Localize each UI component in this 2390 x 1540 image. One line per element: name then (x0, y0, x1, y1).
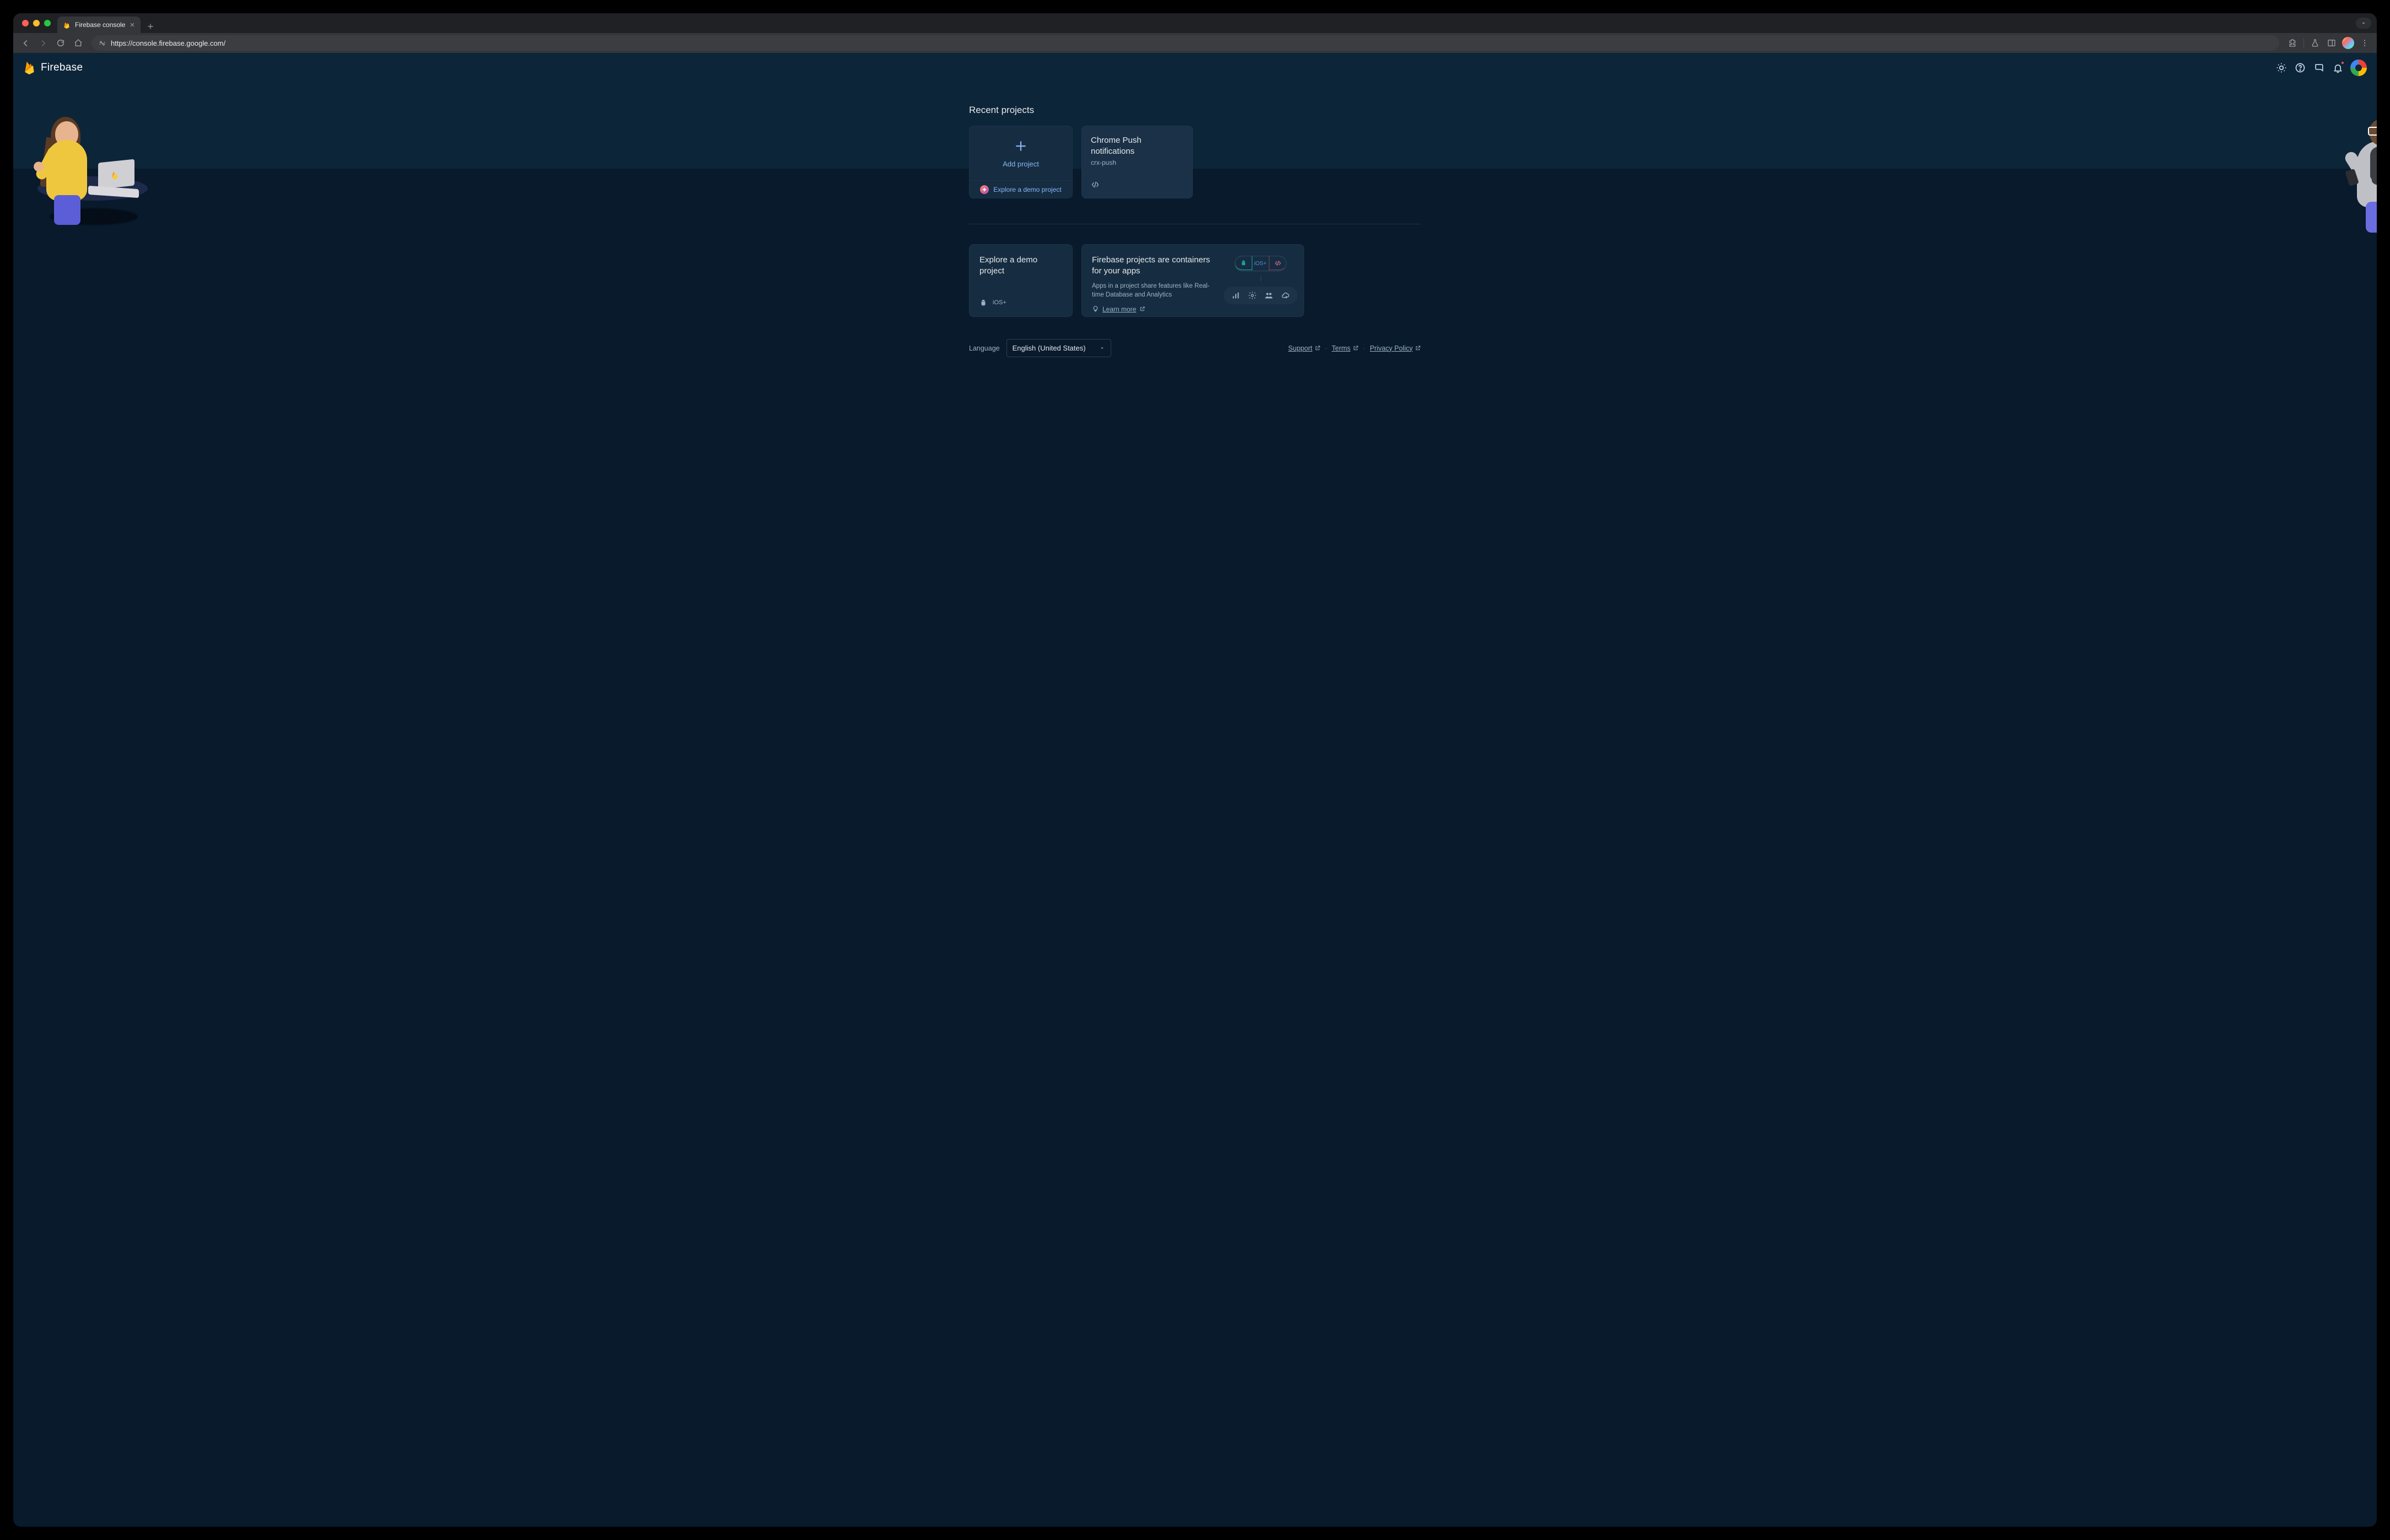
language-value: English (United States) (1013, 344, 1086, 352)
profile-button[interactable] (2340, 35, 2356, 51)
apps-diagram: iOS+ (1228, 255, 1294, 306)
labs-button[interactable] (2307, 35, 2323, 51)
browser-toolbar: https://console.firebase.google.com/ (13, 33, 2377, 53)
language-label: Language (969, 344, 1000, 352)
people-icon (1264, 291, 1273, 300)
firebase-favicon-icon (63, 21, 71, 29)
android-pill-icon (1235, 256, 1252, 270)
projects-row: Add project Explore a demo project Chrom… (969, 126, 1421, 198)
firebase-flame-icon (110, 171, 119, 180)
add-project-button[interactable]: Add project (970, 126, 1072, 180)
address-bar[interactable]: https://console.firebase.google.com/ (91, 35, 2279, 51)
chevron-down-icon (1099, 345, 1105, 351)
account-avatar-button[interactable] (2350, 60, 2367, 76)
android-icon (979, 299, 987, 306)
browser-tab[interactable]: Firebase console (57, 17, 141, 33)
containers-info-card: Firebase projects are containers for you… (1081, 244, 1304, 317)
window-controls (18, 13, 54, 33)
site-info-icon[interactable] (98, 39, 106, 47)
new-tab-button[interactable] (144, 20, 157, 33)
learn-more-link[interactable]: Learn more (1092, 305, 1218, 313)
containers-subtitle: Apps in a project share features like Re… (1092, 282, 1218, 300)
project-name: Chrome Push notifications (1091, 135, 1183, 157)
header-actions (2275, 60, 2367, 76)
external-link-icon (1315, 345, 1321, 351)
page-footer: Language English (United States) Support… (969, 339, 1421, 357)
profile-avatar-icon (2342, 37, 2354, 49)
firebase-brand-text: Firebase (41, 62, 83, 74)
reload-button[interactable] (53, 35, 68, 51)
terms-link[interactable]: Terms (1332, 344, 1359, 352)
info-row: Explore a demo project iOS+ Firebase pro… (969, 244, 1421, 317)
project-platform-web-icon (1091, 180, 1183, 189)
privacy-link[interactable]: Privacy Policy (1370, 344, 1421, 352)
explore-card-title: Explore a demo project (979, 255, 1062, 277)
notifications-button[interactable] (2332, 62, 2344, 74)
support-link[interactable]: Support (1288, 344, 1321, 352)
external-link-icon (1139, 306, 1145, 312)
address-url: https://console.firebase.google.com/ (111, 39, 225, 47)
tab-strip: Firebase console (13, 13, 2377, 33)
containers-title: Firebase projects are containers for you… (1092, 255, 1218, 277)
forward-button[interactable] (35, 35, 51, 51)
terms-label: Terms (1332, 344, 1350, 352)
tabs-dropdown-button[interactable] (2356, 18, 2371, 29)
side-panel-button[interactable] (2324, 35, 2339, 51)
illustration-left (37, 118, 153, 223)
firebase-header: Firebase (13, 53, 2377, 83)
compass-icon (980, 185, 989, 194)
separator-dot: · (1363, 344, 1365, 352)
ios-plus-label: iOS+ (993, 299, 1006, 306)
lightbulb-icon (1092, 305, 1099, 313)
project-card[interactable]: Chrome Push notifications crx-push (1081, 126, 1193, 198)
settings-icon (1248, 291, 1257, 300)
chrome-menu-button[interactable] (2357, 35, 2372, 51)
learn-more-label: Learn more (1102, 305, 1136, 313)
close-window-button[interactable] (22, 20, 29, 26)
add-project-card: Add project Explore a demo project (969, 126, 1073, 198)
privacy-label: Privacy Policy (1370, 344, 1413, 352)
analytics-icon (1231, 291, 1240, 300)
project-id: crx-push (1091, 159, 1183, 166)
tab-title: Firebase console (75, 21, 125, 29)
explore-demo-card[interactable]: Explore a demo project iOS+ (969, 244, 1073, 317)
extensions-button[interactable] (2285, 35, 2300, 51)
home-button[interactable] (71, 35, 86, 51)
illustration-right (2244, 117, 2360, 222)
fullscreen-window-button[interactable] (44, 20, 51, 26)
recent-projects-title: Recent projects (969, 105, 1421, 116)
ios-pill-label: iOS+ (1252, 256, 1269, 271)
explore-demo-link[interactable]: Explore a demo project (970, 180, 1072, 198)
minimize-window-button[interactable] (33, 20, 40, 26)
browser-window: Firebase console https://c (13, 13, 2377, 1527)
firebase-logo[interactable]: Firebase (23, 61, 83, 75)
notification-badge-icon (2340, 61, 2345, 65)
cloud-icon (1281, 291, 1290, 300)
explore-demo-label: Explore a demo project (993, 186, 1061, 193)
toolbar-right (2285, 35, 2372, 51)
language-selector[interactable]: English (United States) (1006, 339, 1111, 357)
separator-dot: · (1325, 344, 1327, 352)
support-label: Support (1288, 344, 1312, 352)
back-button[interactable] (18, 35, 33, 51)
firebase-flame-icon (23, 61, 35, 75)
tab-close-button[interactable] (130, 22, 135, 28)
external-link-icon (1415, 345, 1421, 351)
docs-button[interactable] (2313, 62, 2325, 74)
help-button[interactable] (2294, 62, 2306, 74)
external-link-icon (1353, 345, 1359, 351)
theme-toggle-button[interactable] (2275, 62, 2287, 74)
page-content: Firebase (13, 53, 2377, 1527)
web-pill-icon (1269, 256, 1286, 270)
main-content: Recent projects Add project Explore a de… (969, 83, 1421, 379)
add-project-label: Add project (1003, 160, 1039, 168)
toolbar-separator (2303, 38, 2304, 48)
plus-icon (1014, 139, 1028, 153)
